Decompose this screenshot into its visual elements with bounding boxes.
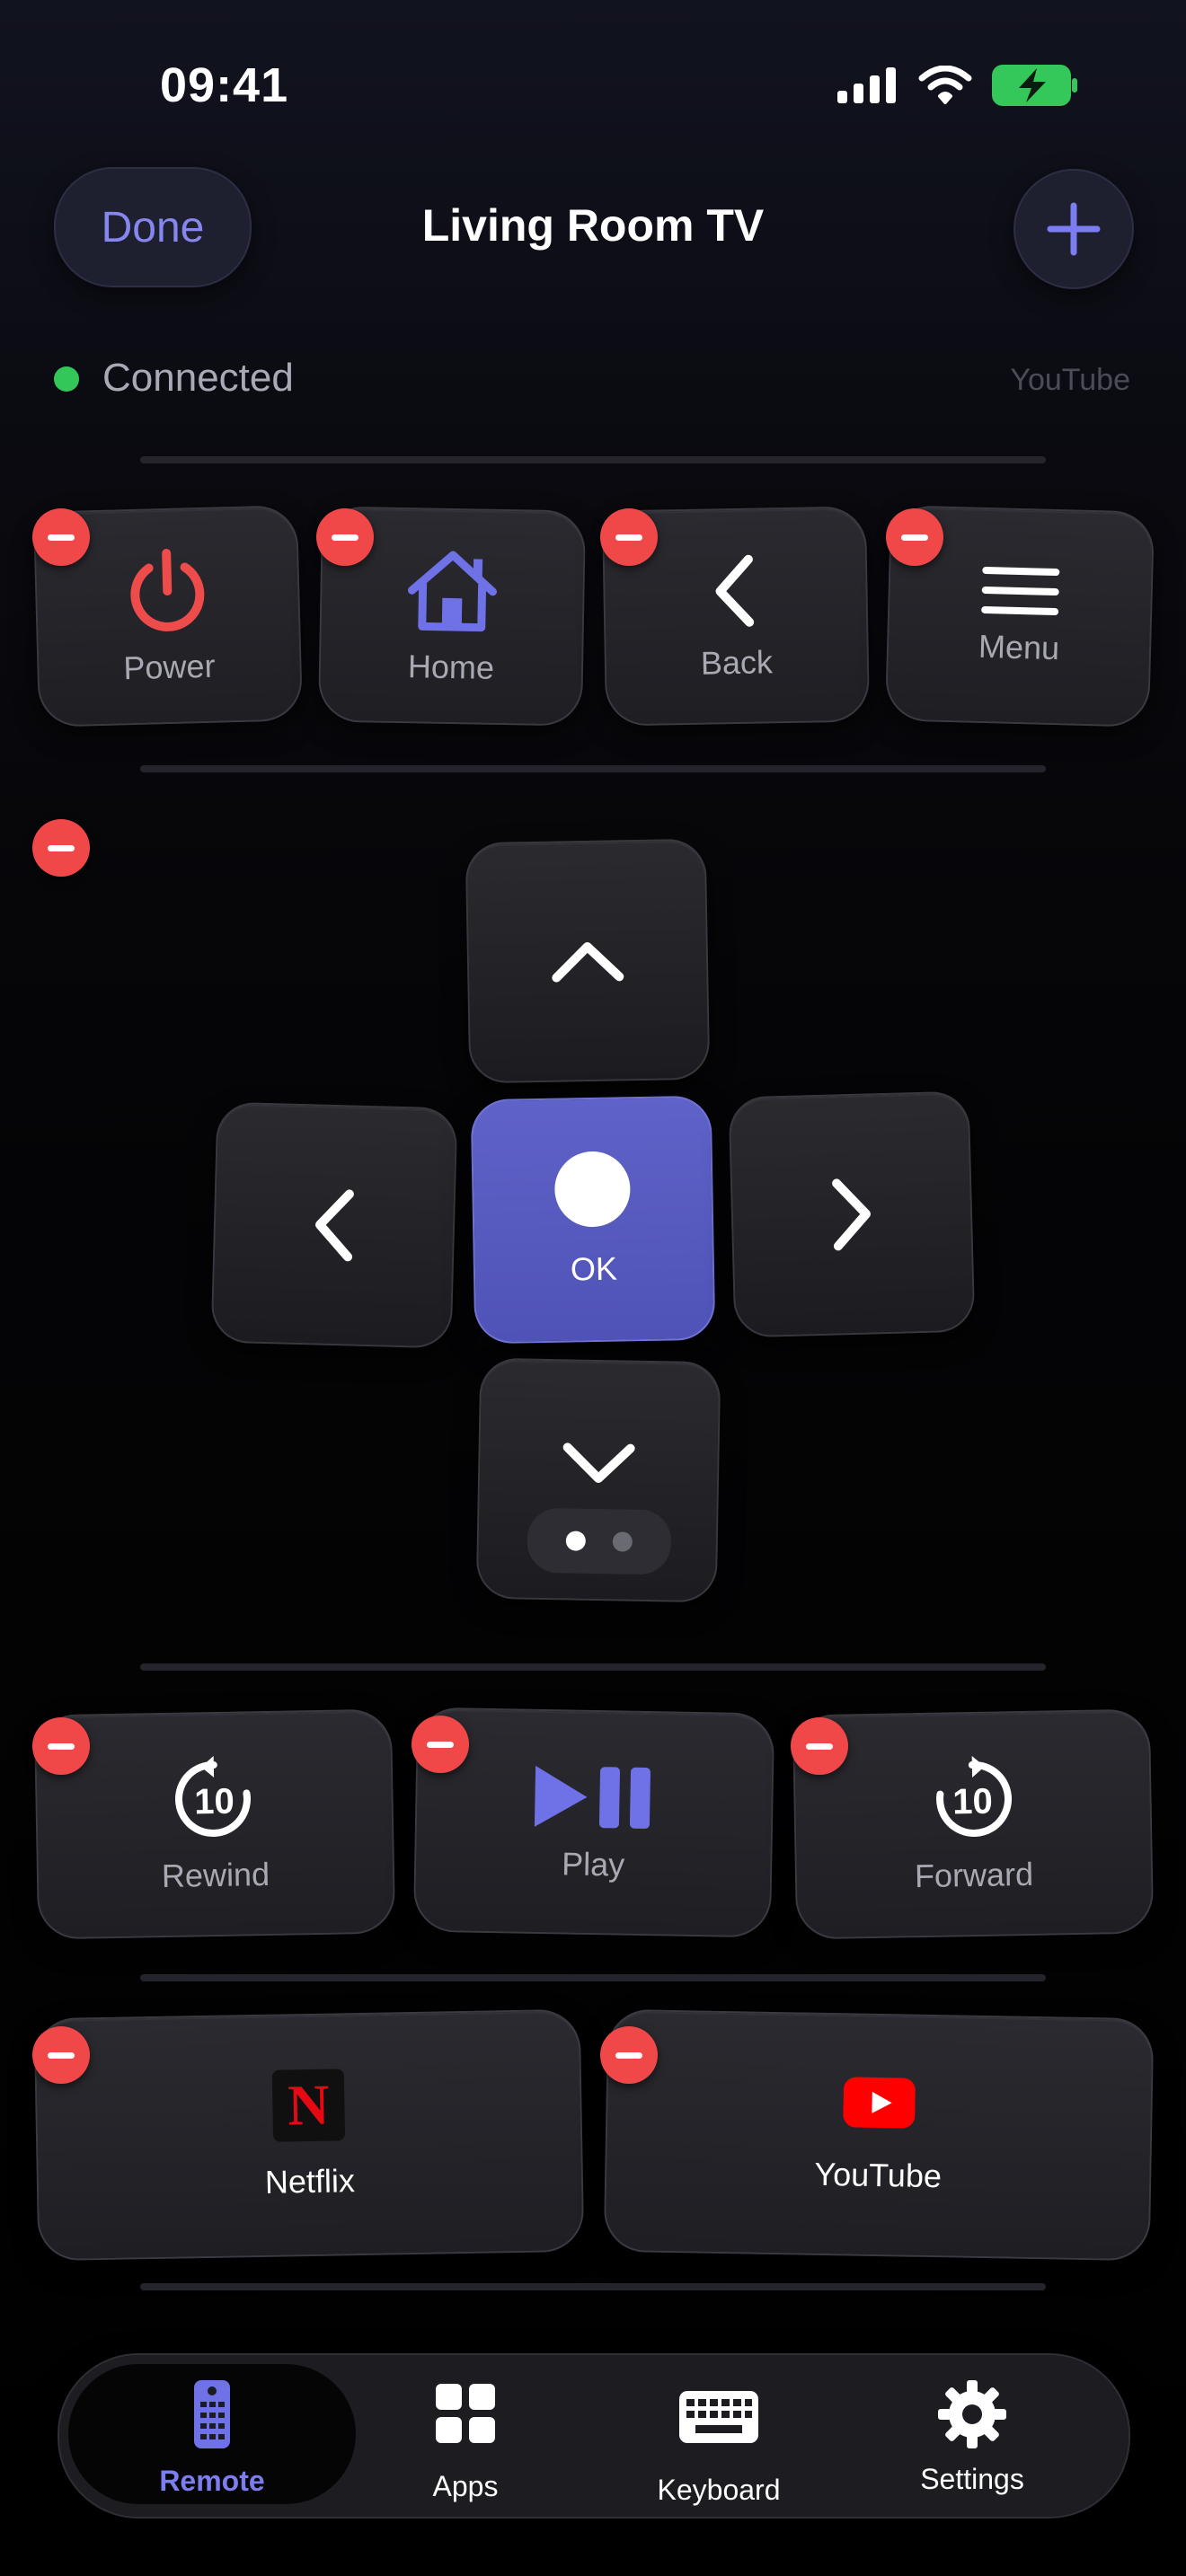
plus-icon xyxy=(1047,202,1101,256)
tab-apps[interactable]: Apps xyxy=(376,2384,555,2503)
keyboard-icon xyxy=(679,2391,758,2443)
menu-label: Menu xyxy=(978,627,1060,667)
divider xyxy=(140,456,1046,463)
remote-icon xyxy=(194,2380,230,2448)
status-icons xyxy=(837,65,1078,106)
connection-status: Connected xyxy=(102,356,294,400)
remove-youtube-button[interactable] xyxy=(600,2026,658,2084)
tab-apps-label: Apps xyxy=(432,2470,499,2502)
page-dot-active xyxy=(565,1531,587,1551)
cellular-signal-icon xyxy=(837,67,896,103)
tab-settings-label: Settings xyxy=(920,2463,1024,2495)
remove-power-button[interactable] xyxy=(32,508,90,566)
remove-rewind-button[interactable] xyxy=(32,1717,90,1775)
chevron-right-icon xyxy=(832,1178,871,1251)
grid-icon xyxy=(436,2384,495,2443)
netflix-button[interactable]: N Netflix xyxy=(33,2008,585,2262)
gear-icon xyxy=(938,2380,1006,2448)
page-indicator xyxy=(527,1507,672,1575)
remove-back-button[interactable] xyxy=(600,508,658,566)
ok-label: OK xyxy=(570,1249,618,1288)
dpad-up-button[interactable] xyxy=(465,838,711,1084)
rewind-label: Rewind xyxy=(161,1855,270,1895)
remove-netflix-button[interactable] xyxy=(32,2026,90,2084)
remove-menu-button[interactable] xyxy=(886,508,943,566)
netflix-logo: N xyxy=(271,2069,346,2142)
dpad-left-button[interactable] xyxy=(210,1101,458,1349)
chevron-down-icon xyxy=(562,1442,635,1484)
home-label: Home xyxy=(407,648,495,686)
wifi-icon xyxy=(918,66,972,104)
power-label: Power xyxy=(122,647,217,687)
battery-charging-icon xyxy=(992,65,1077,106)
tab-settings[interactable]: Settings xyxy=(882,2380,1062,2496)
tab-keyboard-label: Keyboard xyxy=(657,2474,781,2506)
divider xyxy=(140,1663,1046,1671)
remove-forward-button[interactable] xyxy=(791,1717,848,1775)
svg-text:10: 10 xyxy=(194,1782,235,1822)
svg-text:10: 10 xyxy=(952,1782,993,1822)
chevron-up-icon xyxy=(552,942,624,983)
tab-remote[interactable]: Remote xyxy=(122,2378,302,2498)
connection-status-dot xyxy=(54,366,79,392)
divider xyxy=(140,1974,1046,1981)
forward-10-icon: 10 xyxy=(936,1756,1013,1837)
divider xyxy=(140,2283,1046,2290)
active-app-label: YouTube xyxy=(1010,363,1130,397)
power-icon xyxy=(130,549,205,631)
play-pause-icon xyxy=(534,1765,651,1829)
youtube-logo xyxy=(843,2077,916,2129)
chevron-left-icon xyxy=(715,554,755,627)
ok-button[interactable]: OK xyxy=(470,1095,716,1345)
remove-dpad-button[interactable] xyxy=(32,819,90,877)
add-button[interactable] xyxy=(1013,169,1134,289)
chevron-left-icon xyxy=(315,1189,354,1262)
youtube-button[interactable]: YouTube xyxy=(603,2008,1155,2262)
divider xyxy=(140,765,1046,772)
tab-keyboard[interactable]: Keyboard xyxy=(629,2391,809,2507)
status-time: 09:41 xyxy=(160,58,289,112)
rewind-10-icon: 10 xyxy=(174,1756,251,1837)
back-label: Back xyxy=(700,643,774,682)
dpad-down-button[interactable] xyxy=(475,1357,721,1603)
menu-icon xyxy=(981,566,1060,616)
tab-remote-label: Remote xyxy=(159,2465,265,2497)
remove-home-button[interactable] xyxy=(316,508,374,566)
home-icon xyxy=(407,551,497,632)
ok-circle-icon xyxy=(553,1151,632,1228)
page-dot xyxy=(612,1531,633,1552)
youtube-label: YouTube xyxy=(814,2155,943,2195)
remove-play-button[interactable] xyxy=(412,1716,469,1773)
netflix-label: Netflix xyxy=(264,2162,356,2201)
play-label: Play xyxy=(561,1845,625,1883)
page-title: Living Room TV xyxy=(421,200,765,251)
dpad-right-button[interactable] xyxy=(728,1090,976,1338)
forward-label: Forward xyxy=(914,1855,1034,1895)
